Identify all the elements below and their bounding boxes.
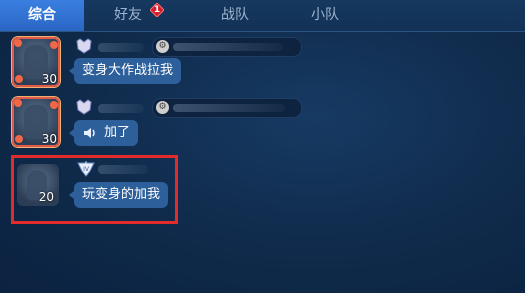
tab-bar: 综合 好友 1 战队 小队 [0,0,525,32]
avatar-level: 30 [41,132,57,146]
highlight-box [11,155,178,224]
player-name-obscured [98,104,144,113]
avatar[interactable]: 30 [12,97,60,147]
player-name-obscured [98,43,144,52]
medal-icon: ⚙ [156,40,169,53]
tab-squad[interactable]: 小队 [280,0,370,31]
tab-general[interactable]: 综合 [0,0,84,31]
frame-flower-icon [15,75,23,83]
medal-icon: ⚙ [156,101,169,114]
frame-flower-icon [14,99,22,107]
title-pill: ⚙ [152,98,302,118]
frame-flower-icon [50,101,58,109]
friends-badge: 1 [150,3,164,17]
voice-icon [84,128,95,138]
frame-flower-icon [15,135,23,143]
title-pill: ⚙ [152,37,302,57]
message-bubble: 变身大作战拉我 [68,58,182,84]
rank-icon [75,99,93,115]
message-text: 变身大作战拉我 [82,63,174,78]
title-obscured [173,43,283,51]
frame-flower-icon [14,39,22,47]
avatar-level: 30 [41,72,57,86]
friends-badge-count: 1 [153,5,161,15]
title-obscured [173,104,285,112]
voice-message-bubble[interactable]: 加了 [68,120,139,146]
frame-flower-icon [50,41,58,49]
tab-team[interactable]: 战队 [190,0,280,31]
avatar[interactable]: 30 [12,37,60,87]
message-text: 加了 [104,125,131,140]
rank-icon [75,38,93,54]
